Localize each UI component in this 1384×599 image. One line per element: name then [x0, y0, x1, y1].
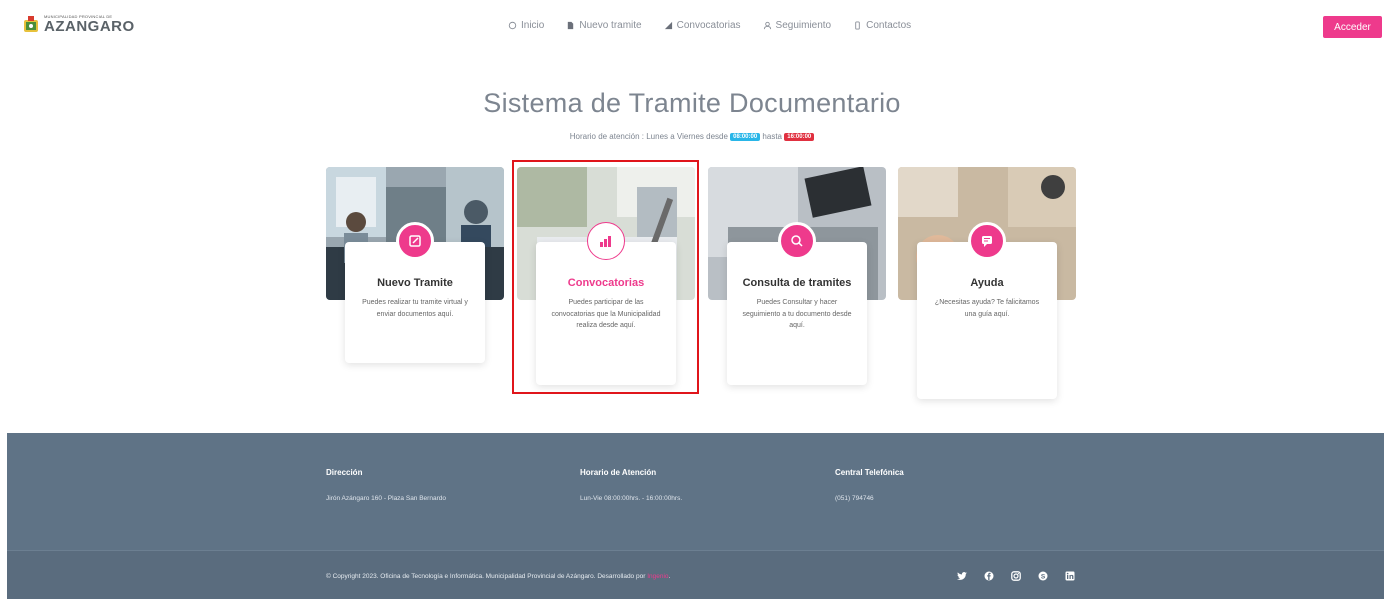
search-icon	[778, 222, 816, 260]
card-title: Consulta de tramites	[742, 277, 852, 289]
card-content: Ayuda ¿Necesitas ayuda? Te falicitamos u…	[917, 222, 1057, 399]
card-title: Ayuda	[970, 277, 1004, 289]
start-time-badge: 08:00:00	[730, 132, 761, 141]
footer-heading: Dirección	[326, 468, 363, 477]
highlight-box	[512, 160, 699, 394]
nav-item-contactos[interactable]: Contactos	[853, 20, 911, 31]
footer-hours: Horario de Atención Lun-Vie 08:00:00hrs.…	[580, 468, 682, 502]
nav-item-convocatorias[interactable]: Convocatorias	[664, 20, 741, 31]
footer-bottom-bar	[7, 550, 1384, 599]
card-description: Puedes Consultar y hacer seguimiento a t…	[742, 299, 852, 329]
nav-item-nuevo-tramite[interactable]: Nuevo tramite	[566, 20, 642, 31]
nav-item-seguimiento[interactable]: Seguimiento	[763, 20, 832, 31]
nav-label: Inicio	[521, 20, 545, 31]
logo-name: AZANGARO	[44, 17, 135, 35]
top-navbar: MUNICIPALIDAD PROVINCIAL DE AZANGARO Ini…	[0, 0, 1384, 56]
skype-icon[interactable]: S	[1036, 570, 1050, 582]
nav-label: Contactos	[866, 20, 912, 31]
hours-prefix: Horario de atención : Lunes a Viernes de…	[569, 132, 728, 141]
footer-value: (051) 794746	[835, 495, 874, 502]
footer-heading: Central Telefónica	[835, 468, 904, 477]
instagram-icon[interactable]	[1009, 570, 1023, 582]
svg-text:S: S	[1041, 573, 1046, 580]
coat-of-arms-icon	[24, 16, 38, 32]
social-links: S	[955, 570, 1077, 582]
copyright-text: © Copyright 2023. Oficina de Tecnología …	[326, 573, 671, 580]
main-nav: Inicio Nuevo tramite Convocatorias Segui…	[508, 20, 911, 31]
card-description: Puedes realizar tu tramite virtual y env…	[362, 299, 468, 318]
copyright-label: © Copyright 2023. Oficina de Tecnología …	[326, 573, 646, 580]
footer-address: Dirección Jirón Azángaro 160 - Plaza San…	[326, 468, 446, 502]
footer-value: Lun-Vie 08:00:00hrs. - 16:00:00hrs.	[580, 495, 683, 502]
card-content: Consulta de tramites Puedes Consultar y …	[727, 222, 867, 385]
nav-label: Convocatorias	[676, 20, 741, 31]
linkedin-icon[interactable]	[1063, 570, 1077, 582]
footer-phone: Central Telefónica (051) 794746	[835, 468, 904, 502]
end-time-badge: 16:00:00	[784, 132, 815, 141]
nav-label: Seguimiento	[775, 20, 832, 31]
developer-link[interactable]: Ingenio	[647, 573, 668, 580]
footer-heading: Horario de Atención	[580, 468, 657, 477]
chat-icon	[968, 222, 1006, 260]
phone-icon	[855, 21, 860, 30]
document-icon	[568, 21, 574, 30]
chart-icon	[664, 21, 672, 30]
user-icon	[763, 21, 771, 30]
card-content: Nuevo Tramite Puedes realizar tu tramite…	[345, 222, 485, 363]
footer-value: Jirón Azángaro 160 - Plaza San Bernardo	[326, 495, 446, 502]
page-title: Sistema de Tramite Documentario	[483, 88, 901, 118]
edit-icon	[396, 222, 434, 260]
facebook-icon[interactable]	[982, 570, 996, 582]
home-icon	[508, 21, 517, 30]
municipality-logo[interactable]: MUNICIPALIDAD PROVINCIAL DE AZANGARO	[22, 14, 135, 34]
card-title: Nuevo Tramite	[377, 277, 453, 289]
hours-mid: hasta	[762, 132, 782, 141]
office-hours: Horario de atención : Lunes a Viernes de…	[0, 132, 1384, 141]
card-description: ¿Necesitas ayuda? Te falicitamos una guí…	[934, 299, 1040, 318]
nav-item-inicio[interactable]: Inicio	[508, 20, 544, 31]
nav-label: Nuevo tramite	[579, 20, 642, 31]
twitter-icon[interactable]	[955, 570, 969, 582]
login-button[interactable]: Acceder	[1323, 16, 1382, 38]
